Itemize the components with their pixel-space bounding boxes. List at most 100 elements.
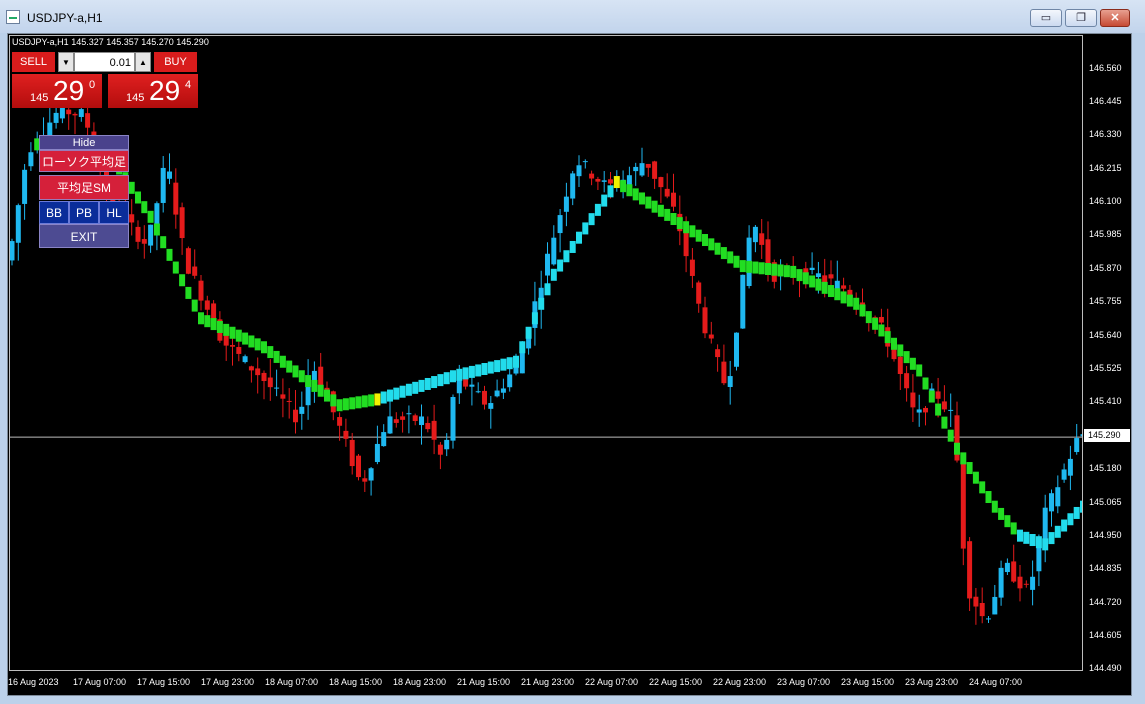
price-label: 144.950 xyxy=(1089,530,1122,540)
bull-candle xyxy=(47,122,53,136)
bull-candle xyxy=(368,468,374,481)
moving-average-segment xyxy=(147,210,154,223)
moving-average-segment xyxy=(368,394,375,407)
bull-candle xyxy=(1004,562,1010,573)
moving-average-segment xyxy=(311,379,318,392)
bear-candle xyxy=(689,259,695,276)
moving-average-segment xyxy=(563,250,570,263)
bull-candle xyxy=(444,439,450,450)
title-bar: USDJPY-a,H1 ▭ ❐ ✕ xyxy=(0,0,1145,33)
moving-average-segment xyxy=(998,507,1005,520)
moving-average-segment xyxy=(821,281,828,294)
moving-average-segment xyxy=(424,377,431,390)
moving-average-segment xyxy=(380,391,387,404)
one-click-trade-panel: SELL ▼ 0.01 ▲ BUY 145 29 0 145 29 4 xyxy=(11,51,199,109)
moving-average-segment xyxy=(639,192,645,205)
maximize-button[interactable]: ❐ xyxy=(1065,9,1097,27)
heikin-ashi-sm-button[interactable]: 平均足SM xyxy=(39,175,129,200)
moving-average-segment xyxy=(513,355,519,368)
moving-average-segment xyxy=(878,324,885,337)
buy-button[interactable]: BUY xyxy=(154,52,197,72)
bid-price-button[interactable]: 145 29 0 xyxy=(12,74,102,108)
time-label: 22 Aug 23:00 xyxy=(713,677,767,687)
moving-average-segment xyxy=(569,240,576,253)
bear-candle xyxy=(437,444,443,455)
bear-candle xyxy=(255,368,261,376)
bull-candle xyxy=(274,387,280,389)
bull-candle xyxy=(22,169,28,204)
moving-average-segment xyxy=(431,376,438,389)
moving-average-segment xyxy=(626,184,633,197)
bear-candle xyxy=(923,407,928,413)
minimize-button[interactable]: ▭ xyxy=(1030,9,1062,27)
moving-average-segment xyxy=(172,261,179,274)
pb-button[interactable]: PB xyxy=(69,201,99,224)
bb-button[interactable]: BB xyxy=(39,201,69,224)
moving-average-segment xyxy=(752,261,759,274)
bear-candle xyxy=(85,113,91,128)
moving-average-segment xyxy=(676,217,683,230)
moving-average-segment xyxy=(796,269,803,282)
moving-average-segment xyxy=(481,363,488,375)
bear-candle xyxy=(878,316,884,323)
time-label: 18 Aug 15:00 xyxy=(329,677,383,687)
moving-average-segment xyxy=(248,335,255,348)
exit-button[interactable]: EXIT xyxy=(39,224,129,248)
bear-candle xyxy=(1011,561,1017,582)
bull-candle xyxy=(834,280,840,289)
hide-button[interactable]: Hide xyxy=(39,135,129,150)
moving-average-segment xyxy=(223,323,230,336)
bear-candle xyxy=(1017,576,1023,589)
price-label: 144.835 xyxy=(1089,563,1122,573)
bear-candle xyxy=(822,275,828,283)
moving-average-segment xyxy=(960,452,967,465)
bull-candle xyxy=(563,196,569,212)
ask-price-button[interactable]: 145 29 4 xyxy=(108,74,198,108)
bull-candle xyxy=(998,567,1004,598)
moving-average-segment xyxy=(456,368,463,381)
price-label: 144.490 xyxy=(1089,663,1122,673)
moving-average-segment xyxy=(613,176,620,189)
moving-average-segment xyxy=(198,312,204,325)
hl-button[interactable]: HL xyxy=(99,201,129,224)
bear-candle xyxy=(1023,583,1029,585)
candlestick-chart xyxy=(10,94,1082,625)
moving-average-segment xyxy=(746,260,753,273)
bear-candle xyxy=(715,349,721,358)
bull-candle xyxy=(450,397,456,441)
close-button[interactable]: ✕ xyxy=(1100,9,1130,27)
moving-average-segment xyxy=(544,283,551,296)
bear-candle xyxy=(608,179,613,184)
bull-candle xyxy=(469,384,475,387)
moving-average-segment xyxy=(210,318,217,331)
bull-candle xyxy=(1055,487,1061,507)
chart-window-icon xyxy=(6,10,20,24)
bear-candle xyxy=(356,455,361,478)
bull-candle xyxy=(626,175,632,185)
bear-candle xyxy=(412,415,418,421)
moving-average-segment xyxy=(954,442,960,455)
lot-increase-button[interactable]: ▲ xyxy=(135,52,151,72)
bull-candle xyxy=(78,109,84,117)
moving-average-segment xyxy=(191,299,198,312)
ask-price-pip: 4 xyxy=(185,79,192,91)
moving-average-segment xyxy=(254,338,261,351)
moving-average-segment xyxy=(645,196,652,209)
bull-candle xyxy=(1042,507,1048,543)
moving-average-segment xyxy=(828,285,834,298)
moving-average-segment xyxy=(519,341,526,354)
moving-average-segment xyxy=(714,242,721,255)
candle-average-button[interactable]: ローソク平均足2 xyxy=(39,150,129,191)
bull-candle xyxy=(299,406,305,414)
sell-button[interactable]: SELL xyxy=(12,52,55,72)
bull-candle xyxy=(639,163,645,176)
price-label: 145.640 xyxy=(1089,330,1122,340)
moving-average-segment xyxy=(487,361,494,374)
bid-price-prefix: 145 xyxy=(30,92,49,104)
bear-candle xyxy=(841,285,847,289)
bear-candle xyxy=(280,394,286,399)
chart-plot-area[interactable] xyxy=(9,35,1083,671)
lot-decrease-button[interactable]: ▼ xyxy=(58,52,74,72)
bull-candle xyxy=(1074,438,1080,453)
lot-size-input[interactable]: 0.01 xyxy=(74,52,135,72)
